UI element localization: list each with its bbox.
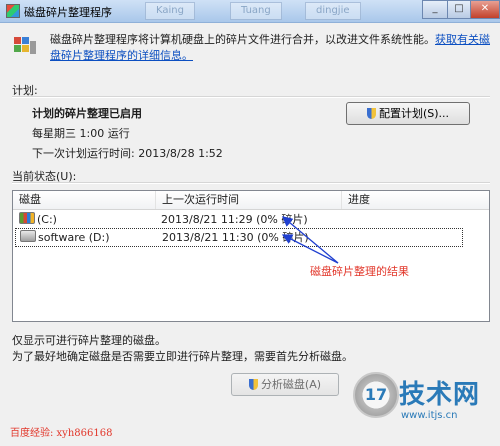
logo-url: www.itjs.cn	[401, 410, 458, 421]
footer-note-1: 仅显示可进行碎片整理的磁盘。	[12, 334, 166, 347]
watermark-text: 百度经验: xyh866168	[10, 428, 113, 439]
logo-name: 技术网	[399, 380, 481, 410]
site-logo: 17 技术网 www.itjs.cn	[353, 372, 493, 430]
arrow-to-c	[282, 216, 339, 264]
uac-shield-icon	[248, 379, 258, 390]
annotation-label: 磁盘碎片整理的结果	[310, 265, 409, 278]
footer-note-2: 为了最好地确定磁盘是否需要立即进行碎片整理，需要首先分析磁盘。	[12, 350, 353, 363]
analyze-disk-button[interactable]: 分析磁盘(A)	[231, 373, 339, 396]
logo-badge: 17	[353, 372, 399, 418]
